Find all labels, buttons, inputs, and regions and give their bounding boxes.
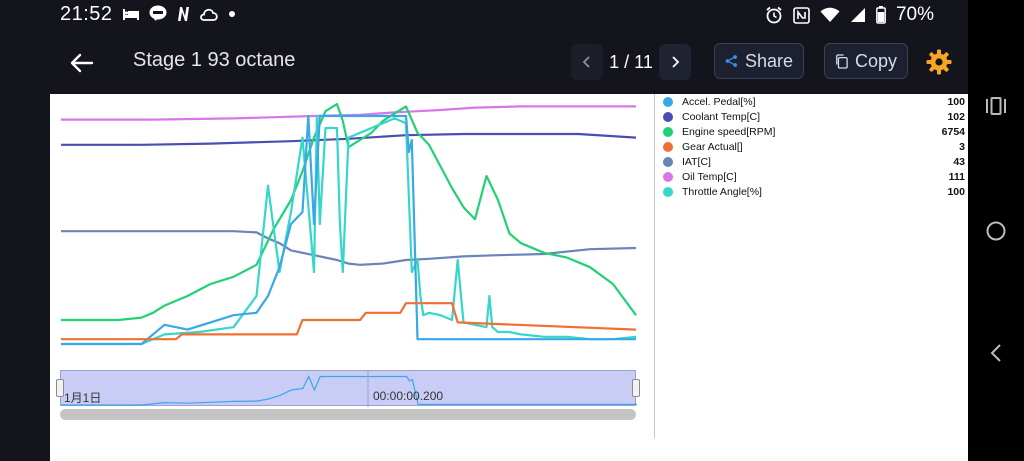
legend-color-dot [663, 96, 673, 107]
copy-button[interactable]: Copy [824, 43, 908, 79]
legend-item[interactable]: Engine speed[RPM] 6754 [662, 124, 968, 139]
n-app-icon [178, 6, 189, 21]
next-log-button[interactable] [659, 44, 691, 80]
legend-color-dot [663, 156, 673, 167]
nfc-icon [793, 6, 810, 24]
series-line-oil-temp-c [61, 105, 636, 121]
legend-series-name: Coolant Temp[C] [682, 110, 761, 123]
navigator-left-handle[interactable] [56, 379, 64, 397]
notification-icons [122, 5, 236, 22]
legend-color-dot [663, 126, 673, 137]
legend-item[interactable]: IAT[C] 43 [662, 154, 968, 169]
navigator-start-label: 1月1日 [64, 391, 102, 405]
legend-color-dot [663, 141, 673, 152]
navigator-preview [61, 371, 637, 407]
legend-color-dot [663, 111, 673, 122]
share-icon [725, 55, 737, 67]
panel-divider [654, 94, 655, 438]
series-line-throttle-angle [61, 114, 637, 346]
navigator-mid-label: 00:00:00.200 [373, 389, 444, 403]
battery-percent: 70% [895, 4, 934, 25]
triangle-back-icon [990, 344, 1001, 362]
legend-item[interactable]: Gear Actual[] 3 [662, 139, 968, 154]
series-line-iat-c [61, 230, 637, 266]
status-time: 21:52 [60, 3, 113, 25]
battery-icon [876, 6, 886, 24]
system-navigation-bar [968, 0, 1024, 461]
previous-log-button[interactable] [571, 44, 603, 80]
legend-series-value: 111 [948, 170, 965, 183]
copy-label: Copy [854, 50, 897, 71]
home-button[interactable] [968, 220, 1024, 242]
app-header: Stage 1 93 octane 1 / 11 Share Copy [0, 36, 968, 90]
alarm-icon [766, 6, 782, 24]
log-pager: 1 / 11 [571, 43, 691, 81]
system-status-icons: 70% [765, 4, 934, 26]
legend-item[interactable]: Oil Temp[C] 111 [662, 169, 968, 184]
legend-series-value: 6754 [941, 125, 965, 138]
back-button[interactable] [66, 48, 100, 78]
legend-item[interactable]: Accel. Pedal[%] 100 [662, 94, 968, 109]
bed-icon [123, 8, 139, 20]
legend-series-name: Engine speed[RPM] [682, 125, 776, 138]
status-bar: 21:52 70% [0, 0, 968, 30]
app-area: 21:52 70% Stage 1 93 octane 1 / 11 Share… [0, 0, 968, 461]
chevron-left-icon [582, 56, 590, 68]
legend-series-value: 43 [953, 155, 965, 168]
legend-item[interactable]: Coolant Temp[C] 102 [662, 109, 968, 124]
dot-icon [229, 10, 235, 17]
legend-color-dot [663, 171, 673, 182]
horizontal-scrollbar[interactable] [60, 409, 636, 420]
wifi-icon [820, 7, 840, 22]
series-line-engine-speed-rpm [61, 102, 637, 322]
legend-series-value: 102 [947, 110, 965, 123]
line-app-icon [149, 5, 167, 21]
time-range-navigator[interactable]: 1月1日 00:00:00.200 [56, 370, 640, 407]
log-line-chart[interactable] [50, 94, 650, 364]
legend-series-name: Accel. Pedal[%] [682, 95, 756, 108]
signal-icon [850, 8, 865, 22]
copy-icon [836, 53, 848, 69]
page-title: Stage 1 93 octane [133, 49, 296, 71]
cloud-icon [200, 8, 218, 21]
navigator-right-handle[interactable] [632, 379, 640, 397]
arrow-left-icon [70, 53, 94, 73]
chart-panel: Accel. Pedal[%] 100 Coolant Temp[C] 102 Engi… [50, 94, 968, 461]
legend-series-value: 3 [959, 140, 965, 153]
legend-item[interactable]: Throttle Angle[%] 100 [662, 184, 968, 199]
legend-series-name: IAT[C] [682, 155, 711, 168]
legend-series-name: Throttle Angle[%] [682, 185, 762, 198]
legend-series-name: Oil Temp[C] [682, 170, 737, 183]
share-button[interactable]: Share [714, 43, 804, 79]
recent-apps-icon [986, 97, 1006, 115]
recent-apps-button[interactable] [968, 96, 1024, 116]
pager-position: 1 / 11 [609, 51, 653, 72]
series-line-gear-actual [61, 302, 637, 341]
legend-series-value: 100 [947, 95, 965, 108]
home-circle-icon [986, 221, 1006, 241]
legend-series-name: Gear Actual[] [682, 140, 743, 153]
share-label: Share [744, 50, 793, 71]
legend-series-value: 100 [947, 185, 965, 198]
gear-icon[interactable] [925, 48, 953, 76]
chevron-right-icon [672, 56, 680, 68]
chart-legend: Accel. Pedal[%] 100 Coolant Temp[C] 102 Engi… [662, 94, 968, 199]
system-back-button[interactable] [968, 343, 1024, 363]
legend-color-dot [663, 186, 673, 197]
